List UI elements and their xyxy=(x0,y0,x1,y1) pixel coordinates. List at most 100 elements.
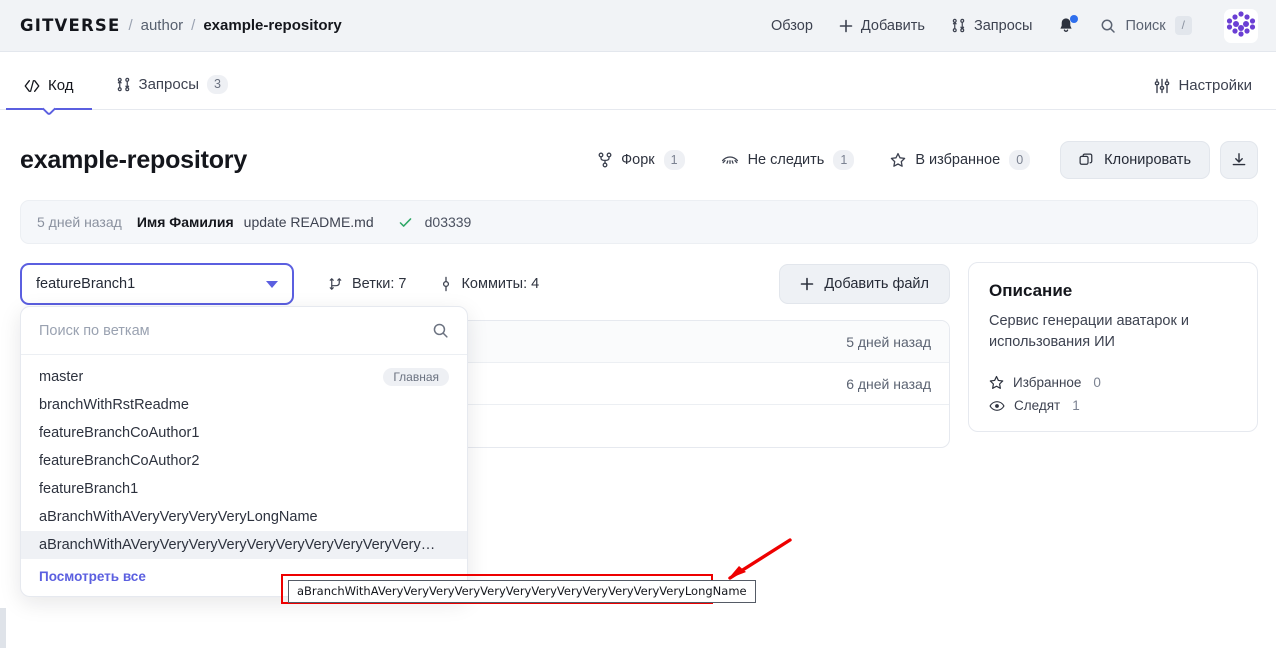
branch-option-label: aBranchWithAVeryVeryVeryVeryLongName xyxy=(39,509,318,525)
commit-time: 5 дней назад xyxy=(37,214,122,230)
tab-settings-label: Настройки xyxy=(1178,77,1252,94)
notification-dot xyxy=(1070,15,1079,23)
branch-search-input[interactable] xyxy=(39,322,432,339)
nav-item-overview-label: Обзор xyxy=(771,17,813,34)
branch-selector[interactable]: featureBranch1 xyxy=(20,263,294,305)
commit-message[interactable]: update README.md xyxy=(244,214,374,230)
description-text: Сервис генерации аватарок и использовани… xyxy=(989,313,1189,350)
description-card: Описание Сервис генерации аватарок и исп… xyxy=(968,262,1258,432)
unwatch-button[interactable]: Не следить 1 xyxy=(703,150,873,170)
branch-option-longname[interactable]: aBranchWithAVeryVeryVeryVeryLongName xyxy=(21,503,467,531)
search-shortcut-key: / xyxy=(1174,16,1192,35)
page-title: example-repository xyxy=(20,145,248,174)
breadcrumb-separator-2: / xyxy=(191,17,196,34)
tab-settings[interactable]: Настройки xyxy=(1150,77,1256,109)
pull-request-icon xyxy=(951,18,966,33)
search-button[interactable]: Поиск / xyxy=(1100,16,1192,35)
stat-starred[interactable]: Избранное 0 xyxy=(989,375,1237,390)
star-button[interactable]: В избранное 0 xyxy=(872,150,1048,170)
branch-option-label: branchWithRstReadme xyxy=(39,397,189,413)
breadcrumb-repo[interactable]: example-repository xyxy=(203,17,341,34)
eye-icon xyxy=(989,399,1005,413)
search-icon xyxy=(1100,18,1116,34)
repo-title-row: example-repository Форк 1 Не следить 1 В… xyxy=(0,110,1276,184)
tab-code-label: Код xyxy=(48,77,74,94)
commits-link[interactable]: Коммиты: 4 xyxy=(440,276,539,292)
plus-icon xyxy=(800,277,814,291)
commit-hash[interactable]: d03339 xyxy=(425,214,472,230)
stat-watching[interactable]: Следят 1 xyxy=(989,398,1237,413)
breadcrumb-separator-1: / xyxy=(128,17,133,34)
clone-button[interactable]: Клонировать xyxy=(1060,141,1210,179)
sliders-icon xyxy=(1154,78,1170,94)
stat-starred-label: Избранное xyxy=(1013,375,1082,390)
unwatch-button-label: Не следить xyxy=(747,152,825,168)
repo-actions: Форк 1 Не следить 1 В избранное 0 Клонир… xyxy=(580,141,1258,179)
right-sidebar: Описание Сервис генерации аватарок и исп… xyxy=(968,262,1258,448)
left-column: featureBranch1 Ветки: 7 Коммиты: 4 Добав… xyxy=(20,262,950,597)
branch-selector-value: featureBranch1 xyxy=(36,276,136,292)
branch-option-master[interactable]: master Главная xyxy=(21,363,467,391)
add-file-button-label: Добавить файл xyxy=(824,276,929,292)
gitverse-logo[interactable]: GITVERSE xyxy=(20,16,120,35)
annotation-arrow-icon xyxy=(728,538,792,580)
check-icon xyxy=(398,215,413,230)
tab-code[interactable]: Код xyxy=(6,77,92,117)
stat-watching-value: 1 xyxy=(1072,398,1080,413)
fork-button[interactable]: Форк 1 xyxy=(580,150,702,170)
commit-author[interactable]: Имя Фамилия xyxy=(137,214,234,230)
branch-option-verylongname[interactable]: aBranchWithAVeryVeryVeryVeryVeryVeryVery… xyxy=(21,531,467,559)
watch-count: 1 xyxy=(833,150,855,170)
chevron-down-icon xyxy=(266,280,278,288)
nav-item-add-label: Добавить xyxy=(860,17,925,34)
notifications-button[interactable] xyxy=(1058,15,1079,34)
branch-option-label: featureBranch1 xyxy=(39,481,139,497)
search-label: Поиск xyxy=(1125,17,1166,34)
tab-pull-requests[interactable]: Запросы 3 xyxy=(112,75,232,109)
branch-name-tooltip: aBranchWithAVeryVeryVeryVeryVeryVeryVery… xyxy=(288,580,756,603)
nav-item-add[interactable]: Добавить xyxy=(839,18,925,34)
nav-item-pull-requests[interactable]: Запросы xyxy=(951,18,1032,34)
fork-icon xyxy=(598,152,612,168)
stat-starred-value: 0 xyxy=(1093,375,1101,390)
fork-button-label: Форк xyxy=(621,152,655,168)
tab-pull-requests-badge: 3 xyxy=(207,75,228,94)
search-icon[interactable] xyxy=(432,322,449,339)
star-icon xyxy=(890,152,906,168)
file-time: 5 дней назад xyxy=(846,333,931,350)
copy-icon xyxy=(1079,153,1094,168)
branch-option-branchwithrstreadme[interactable]: branchWithRstReadme xyxy=(21,391,467,419)
branch-search-row xyxy=(21,307,467,355)
avatar[interactable] xyxy=(1224,8,1258,43)
header-nav: Обзор Добавить Запросы Поиск / xyxy=(771,8,1258,43)
branch-option-label: master xyxy=(39,369,84,385)
branches-label: Ветки: 7 xyxy=(352,276,407,292)
star-icon xyxy=(989,375,1004,390)
branch-option-featurebranch1[interactable]: featureBranch1 xyxy=(21,475,467,503)
branch-option-featurebranchcoauthor2[interactable]: featureBranchCoAuthor2 xyxy=(21,447,467,475)
tab-pull-requests-label: Запросы xyxy=(138,76,200,93)
branch-option-featurebranchcoauthor1[interactable]: featureBranchCoAuthor1 xyxy=(21,419,467,447)
branch-dropdown: master Главная branchWithRstReadme featu… xyxy=(20,306,468,597)
plus-icon xyxy=(839,19,853,33)
nav-item-overview[interactable]: Обзор xyxy=(771,18,813,34)
add-file-button[interactable]: Добавить файл xyxy=(779,264,950,304)
eye-off-icon xyxy=(721,153,739,167)
file-time: 6 дней назад xyxy=(846,375,931,392)
repo-tab-bar: Код Запросы 3 Настройки xyxy=(0,52,1276,117)
description-title: Описание xyxy=(989,281,1073,300)
download-button[interactable] xyxy=(1220,141,1258,179)
branch-toolbar: featureBranch1 Ветки: 7 Коммиты: 4 Добав… xyxy=(20,262,950,306)
breadcrumb-owner[interactable]: author xyxy=(141,17,184,34)
latest-commit-bar: 5 дней назад Имя Фамилия update README.m… xyxy=(20,200,1258,244)
branch-option-label: featureBranchCoAuthor1 xyxy=(39,425,200,441)
download-icon xyxy=(1231,152,1247,168)
branch-option-label: aBranchWithAVeryVeryVeryVeryVeryVeryVery… xyxy=(39,537,439,553)
page-scrollbar[interactable] xyxy=(0,608,6,648)
branches-link[interactable]: Ветки: 7 xyxy=(328,276,406,292)
pull-request-icon xyxy=(116,77,131,92)
nav-item-pull-requests-label: Запросы xyxy=(973,17,1033,34)
tab-settings-container: Настройки xyxy=(1150,77,1256,109)
fork-count: 1 xyxy=(663,150,685,170)
default-branch-badge: Главная xyxy=(383,368,449,386)
